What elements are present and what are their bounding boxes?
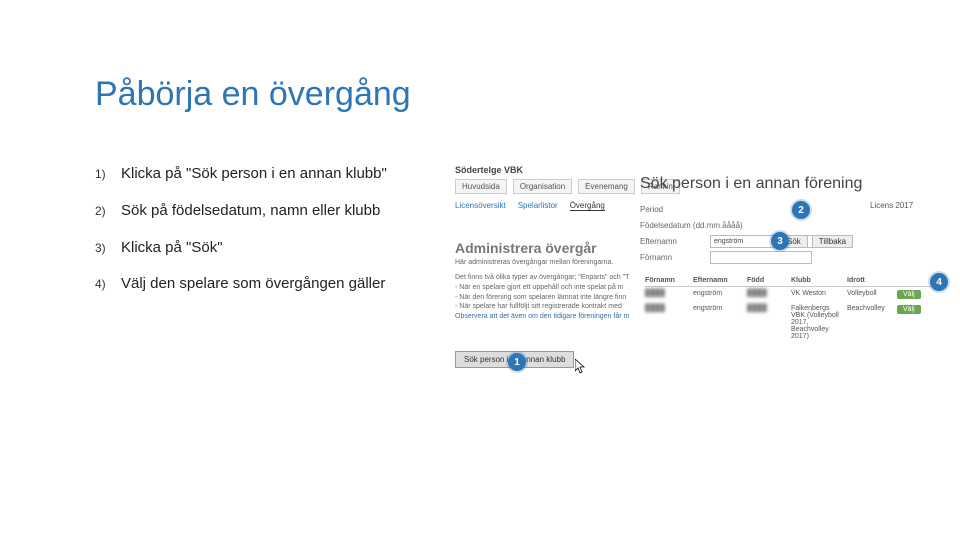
col-idrott: Idrott (847, 277, 891, 284)
table-header: Förnamn Efternamn Född Klubb Idrott (645, 277, 945, 287)
step-2: 2) Sök på födelsedatum, namn eller klubb (95, 202, 415, 221)
birthdate-label: Födelsedatum (dd.mm.åååå) (640, 221, 760, 230)
cell-fodd: ████ (747, 290, 785, 297)
cell-efternamn: engström (693, 290, 741, 297)
col-klubb: Klubb (791, 277, 841, 284)
callout-marker-4: 4 (930, 273, 948, 291)
callout-marker-2: 2 (792, 201, 810, 219)
table-row: ████ engström ████ VK Weston Volleyboll … (645, 287, 945, 302)
bullet: - När spelare har fullföljt sitt registr… (455, 302, 629, 312)
subtab-licensoversikt[interactable]: Licensöversikt (455, 201, 506, 211)
col-efternamn: Efternamn (693, 277, 741, 284)
bullet: Det finns två olika typer av övergångar;… (455, 273, 629, 283)
info-bullets: Det finns två olika typer av övergångar;… (455, 273, 629, 312)
cell-klubb: VK Weston (791, 290, 841, 297)
embedded-screenshot: Södertelge VBK Huvudsida Organisation Ev… (450, 165, 945, 395)
slide-title: Påbörja en övergång (95, 75, 411, 114)
results-table: Förnamn Efternamn Född Klubb Idrott ████… (645, 277, 945, 343)
step-text: Klicka på "Sök" (121, 239, 415, 258)
firstname-input[interactable] (710, 251, 812, 264)
col-fornamn: Förnamn (645, 277, 687, 284)
cell-efternamn: engström (693, 305, 741, 312)
cell-fodd: ████ (747, 305, 785, 312)
step-3: 3) Klicka på "Sök" (95, 239, 415, 258)
table-row: ████ engström ████ Falkenbergs VBK (Voll… (645, 302, 945, 343)
admin-heading: Administrera övergår (455, 240, 597, 256)
cell-idrott: Beachvolley (847, 305, 891, 312)
col-fodd: Född (747, 277, 785, 284)
select-button[interactable]: Välj (897, 305, 921, 314)
step-number: 3) (95, 239, 121, 258)
callout-marker-3: 3 (771, 232, 789, 250)
sub-tabs: Licensöversikt Spelarlistor Övergång (455, 201, 605, 211)
subtab-overgang[interactable]: Övergång (570, 201, 605, 211)
step-number: 2) (95, 202, 121, 221)
step-text: Välj den spelare som övergången gäller (121, 275, 415, 294)
bullet: - När en spelare gjort ett uppehåll och … (455, 283, 629, 293)
select-button[interactable]: Välj (897, 290, 921, 299)
cell-fornamn: ████ (645, 290, 687, 297)
panel-title: Sök person i en annan förening (640, 175, 862, 193)
back-button[interactable]: Tillbaka (812, 235, 853, 248)
tab-evenemang[interactable]: Evenemang (578, 179, 635, 194)
firstname-label: Förnamn (640, 253, 710, 262)
cell-klubb: Falkenbergs VBK (Volleyboll 2017, Beachv… (791, 305, 841, 340)
tab-huvudsida[interactable]: Huvudsida (455, 179, 507, 194)
callout-marker-1: 1 (508, 353, 526, 371)
org-name: Södertelge VBK (455, 165, 523, 175)
license-label: Licens 2017 (870, 201, 913, 210)
cell-idrott: Volleyboll (847, 290, 891, 297)
tab-organisation[interactable]: Organisation (513, 179, 572, 194)
steps-list: 1) Klicka på "Sök person i en annan klub… (95, 165, 415, 312)
step-1: 1) Klicka på "Sök person i en annan klub… (95, 165, 415, 184)
step-4: 4) Välj den spelare som övergången gälle… (95, 275, 415, 294)
cell-fornamn: ████ (645, 305, 687, 312)
cursor-icon (575, 359, 587, 375)
period-label: Period (640, 205, 710, 214)
admin-subtext: Här administreras övergångar mellan före… (455, 259, 613, 266)
step-text: Sök på födelsedatum, namn eller klubb (121, 202, 415, 221)
observe-note: Observera att det även om den tidigare f… (455, 313, 629, 320)
bullet: - När den förening som spelaren lämnat i… (455, 293, 629, 303)
subtab-spelarlistor[interactable]: Spelarlistor (518, 201, 558, 211)
step-number: 4) (95, 275, 121, 294)
step-text: Klicka på "Sök person i en annan klubb" (121, 165, 415, 184)
step-number: 1) (95, 165, 121, 184)
lastname-label: Efternamn (640, 237, 710, 246)
